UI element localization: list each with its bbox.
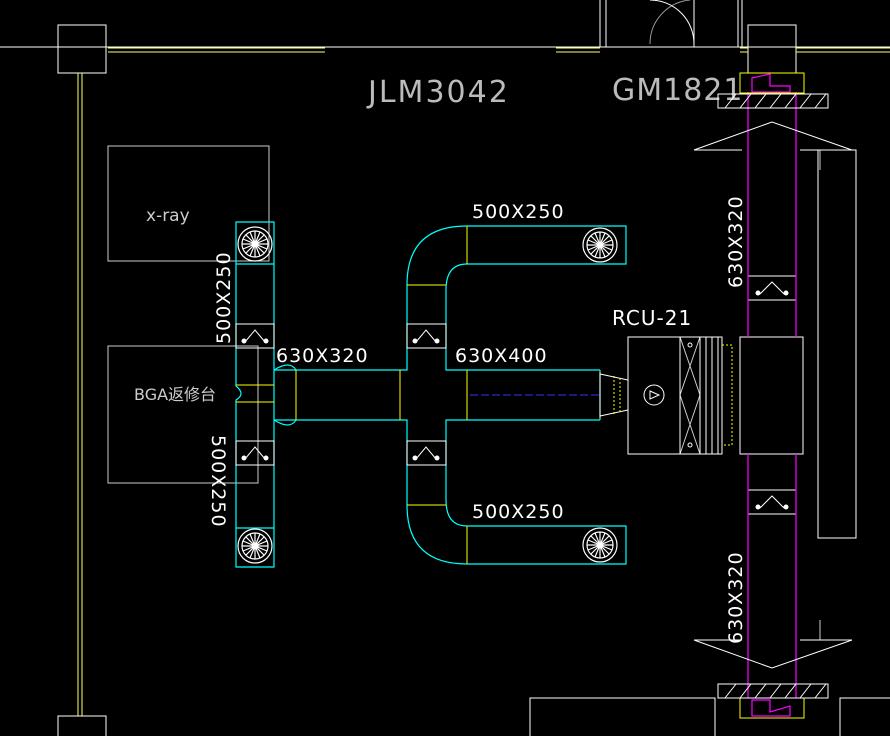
column-top-left bbox=[57, 24, 107, 74]
diffuser-bottom-branch bbox=[582, 527, 618, 563]
dim-top-branch: 500X250 bbox=[472, 201, 565, 223]
dim-right-lower: 630X320 bbox=[725, 551, 747, 644]
damper-right-upper bbox=[747, 275, 797, 301]
dim-left-top: 500X250 bbox=[213, 251, 235, 344]
damper-top-branch bbox=[406, 323, 447, 349]
dim-right-upper: 630X320 bbox=[725, 195, 747, 288]
column-top-right bbox=[747, 24, 797, 74]
building-walls bbox=[0, 0, 890, 736]
column-bottom-left bbox=[57, 715, 107, 736]
diffuser-top-branch bbox=[582, 227, 618, 263]
yellow-walls bbox=[77, 47, 890, 716]
diffuser-left-top bbox=[237, 226, 273, 262]
dim-main-right: 630X400 bbox=[455, 345, 548, 367]
xray-label: x-ray bbox=[146, 206, 190, 226]
damper-left-upper bbox=[235, 323, 275, 349]
right-duct-frames bbox=[739, 72, 805, 719]
ductwork bbox=[235, 221, 627, 568]
cad-drawing: JLM3042 GM1821 x-ray BGA返修台 RCU-21 500X2… bbox=[0, 0, 890, 736]
fan-icon bbox=[643, 384, 665, 406]
bga-label: BGA返修台 bbox=[134, 385, 216, 404]
rcu-unit bbox=[599, 336, 804, 455]
right-cabinet bbox=[817, 149, 857, 539]
damper-right-lower bbox=[747, 489, 797, 515]
dim-bottom-branch: 500X250 bbox=[472, 501, 565, 523]
door-label-jlm: JLM3042 bbox=[366, 75, 510, 110]
diffuser-left-bottom bbox=[237, 528, 273, 564]
rcu-label: RCU-21 bbox=[612, 306, 692, 330]
dim-main-left: 630X320 bbox=[276, 345, 369, 367]
right-vertical-duct bbox=[747, 73, 797, 717]
door-label-gm: GM1821 bbox=[612, 73, 743, 108]
dim-left-bottom: 500X250 bbox=[207, 435, 229, 528]
damper-left-lower bbox=[235, 440, 275, 466]
damper-bottom-branch bbox=[406, 440, 447, 466]
